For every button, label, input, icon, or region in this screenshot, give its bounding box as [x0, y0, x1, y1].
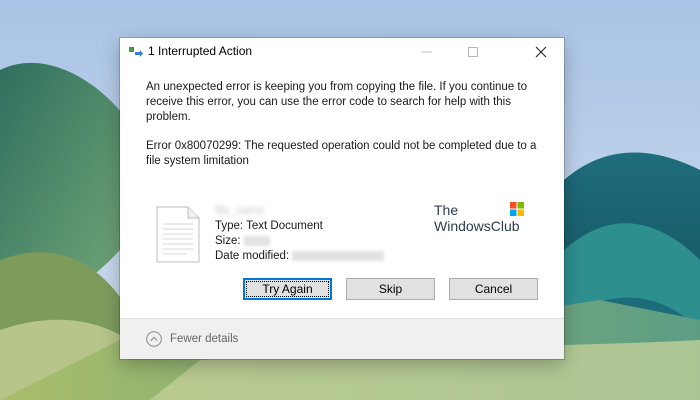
minimize-icon: [422, 51, 432, 53]
error-code-message: Error 0x80070299: The requested operatio…: [146, 140, 537, 167]
file-type: Type: Text Document: [215, 220, 323, 232]
maximize-button[interactable]: [450, 38, 496, 66]
file-name: file_name: [215, 205, 265, 217]
copy-transfer-icon: [129, 47, 143, 57]
minimize-button[interactable]: [404, 38, 450, 66]
try-again-button[interactable]: Try Again: [243, 278, 332, 300]
cancel-button[interactable]: Cancel: [449, 278, 538, 300]
chevron-up-icon: [146, 331, 162, 347]
file-size-label: Size:: [215, 235, 241, 247]
title-bar[interactable]: 1 Interrupted Action: [120, 38, 564, 66]
date-modified-value: [292, 250, 385, 261]
skip-button[interactable]: Skip: [346, 278, 435, 300]
file-details: file_name Type: Text Document Size: Date…: [215, 204, 385, 264]
watermark-line1: The: [434, 202, 459, 218]
watermark-line2: WindowsClub: [434, 218, 520, 234]
watermark: The WindowsClub: [434, 202, 534, 236]
dialog-footer: Fewer details: [120, 318, 564, 359]
file-size-value: [243, 235, 270, 246]
close-icon: [535, 46, 547, 58]
maximize-icon: [468, 47, 478, 57]
text-document-icon: [156, 206, 200, 263]
close-button[interactable]: [518, 38, 564, 66]
focus-outline: [246, 281, 329, 297]
windows-logo-icon: [510, 202, 524, 216]
fewer-details-label: Fewer details: [170, 333, 239, 345]
error-description: An unexpected error is keeping you from …: [146, 81, 527, 123]
interrupted-action-dialog: 1 Interrupted Action An unexpected error…: [120, 38, 564, 359]
date-modified-label: Date modified:: [215, 250, 290, 262]
window-title: 1 Interrupted Action: [148, 44, 253, 58]
